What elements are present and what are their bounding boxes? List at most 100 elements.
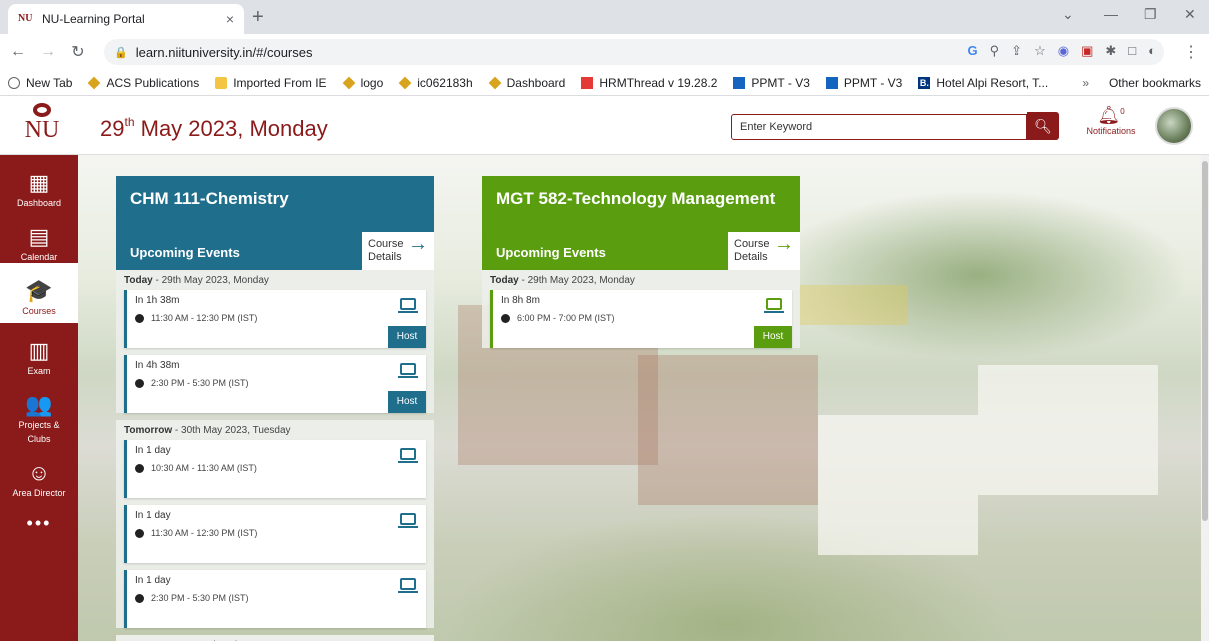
bookmark-item[interactable]: logo bbox=[342, 76, 383, 90]
forward-icon[interactable]: → bbox=[36, 43, 60, 61]
laptop-icon[interactable] bbox=[764, 298, 784, 313]
sidebar-item-dashboard[interactable]: ▦ Dashboard bbox=[0, 155, 78, 209]
event-time-row: 11:30 AM - 12:30 PM (IST) bbox=[135, 528, 418, 538]
lock-icon: 🔒 bbox=[114, 46, 128, 59]
course-title[interactable]: CHM 111-Chemistry bbox=[130, 188, 420, 210]
sidebar-item-calendar[interactable]: ▤ Calendar bbox=[0, 209, 78, 263]
calendar-icon: ▤ bbox=[28, 224, 50, 249]
share-icon[interactable]: ⇪ bbox=[1011, 43, 1022, 59]
sidebar-item-label: Area Director bbox=[12, 488, 66, 498]
course-header[interactable]: CHM 111-Chemistry Upcoming Events Course De… bbox=[116, 176, 434, 270]
event-relative-time: In 8h 8m bbox=[501, 295, 540, 306]
group-icon: 👥 bbox=[25, 392, 53, 417]
laptop-icon[interactable] bbox=[398, 448, 418, 463]
course-card: MGT 582-Technology Management Upcoming Ev… bbox=[482, 176, 800, 355]
bookmark-item[interactable]: New Tab bbox=[8, 76, 72, 90]
laptop-icon[interactable] bbox=[398, 513, 418, 528]
bell-icon: 🔔︎0 bbox=[1097, 105, 1125, 125]
bookmark-item[interactable]: HRMThread v 19.28.2 bbox=[581, 76, 717, 90]
notifications-button[interactable]: 🔔︎0 Notifications bbox=[1086, 105, 1136, 136]
laptop-icon[interactable] bbox=[398, 298, 418, 313]
bookmark-item[interactable]: B. Hotel Alpi Resort, T... bbox=[918, 76, 1048, 90]
bookmark-item[interactable]: PPMT - V3 bbox=[825, 76, 902, 90]
events-list: In 1 day 10:30 AM - 11:30 AM (IST) In 1 da… bbox=[116, 440, 434, 628]
nu-logo[interactable]: NU bbox=[22, 103, 62, 149]
bookmark-label: ic062183h bbox=[417, 75, 473, 90]
bookmark-blue-icon bbox=[825, 76, 838, 89]
google-icon[interactable]: G bbox=[968, 43, 978, 59]
bookmarks-bar: New Tab ACS Publications Imported From IE l… bbox=[0, 70, 1209, 96]
course-details-button[interactable]: Course Details → bbox=[728, 232, 800, 270]
host-button[interactable]: Host bbox=[388, 326, 426, 348]
notifications-label: Notifications bbox=[1086, 126, 1136, 136]
bookmark-item[interactable]: ACS Publications bbox=[88, 76, 199, 90]
sidebar-item-area-director[interactable]: ☺ Area Director bbox=[0, 445, 78, 499]
extensions-puzzle-icon[interactable]: ✱ bbox=[1105, 43, 1116, 59]
profile-icon[interactable]: ◐ bbox=[1148, 43, 1156, 59]
bookmark-item[interactable]: Dashboard bbox=[488, 76, 565, 90]
event-relative-time: In 1 day bbox=[135, 445, 171, 456]
more-bookmarks-chevron-icon[interactable]: » bbox=[1082, 76, 1089, 90]
sidebar-item-projects[interactable]: 👥 Projects & Clubs bbox=[0, 377, 78, 445]
back-icon[interactable]: ← bbox=[6, 43, 30, 61]
bookmark-item[interactable]: ic062183h bbox=[398, 75, 473, 90]
bookmark-item[interactable]: Imported From IE bbox=[215, 76, 327, 90]
minimize-icon[interactable]: — bbox=[1104, 6, 1118, 22]
extension-icon[interactable]: ◉ bbox=[1058, 43, 1069, 59]
nu-favicon-icon: NU bbox=[18, 13, 33, 24]
restore-icon[interactable]: ❐ bbox=[1144, 6, 1157, 23]
events-list: In 1h 38m 11:30 AM - 12:30 PM (IST) Host In… bbox=[116, 290, 434, 413]
host-button[interactable]: Host bbox=[388, 391, 426, 413]
sidebar: ▦ Dashboard ▤ Calendar 🎓 Courses ▥ Exam 👥 Project… bbox=[0, 155, 78, 641]
bookmark-hrm-icon bbox=[581, 76, 594, 89]
other-bookmarks-folder[interactable]: Other bookmarks bbox=[1103, 76, 1201, 90]
reload-icon[interactable]: ↻ bbox=[66, 42, 90, 62]
side-panel-icon[interactable]: □ bbox=[1128, 43, 1136, 59]
course-title[interactable]: MGT 582-Technology Management bbox=[496, 188, 786, 210]
browser-tab-strip: NU NU-Learning Portal × + ⌄ — ❐ ✕ bbox=[0, 0, 1209, 34]
event-item[interactable]: In 1 day 2:30 PM - 5:30 PM (IST) bbox=[124, 570, 426, 628]
event-item[interactable]: In 4h 38m 2:30 PM - 5:30 PM (IST) Host bbox=[124, 355, 426, 413]
sidebar-item-exam[interactable]: ▥ Exam bbox=[0, 323, 78, 377]
clipboard-icon: ▥ bbox=[28, 338, 50, 363]
main-content: CHM 111-Chemistry Upcoming Events Course De… bbox=[78, 155, 1209, 641]
avatar[interactable] bbox=[1155, 107, 1193, 145]
laptop-icon[interactable] bbox=[398, 578, 418, 593]
search-button[interactable]: 🔍︎ bbox=[1027, 112, 1059, 140]
zoom-icon[interactable]: ⚲ bbox=[990, 43, 1000, 59]
event-item[interactable]: In 1h 38m 11:30 AM - 12:30 PM (IST) Host bbox=[124, 290, 426, 348]
extension-icon[interactable]: ▣ bbox=[1081, 43, 1093, 59]
sidebar-item-courses[interactable]: 🎓 Courses bbox=[0, 263, 78, 323]
omnibox-actions: G ⚲ ⇪ ☆ ◉ ▣ ✱ □ ◐ bbox=[968, 43, 1156, 59]
clock-icon bbox=[501, 313, 510, 323]
event-item[interactable]: In 1 day 11:30 AM - 12:30 PM (IST) bbox=[124, 505, 426, 563]
omnibox[interactable]: 🔒 learn.niituniversity.in/#/courses G ⚲ … bbox=[104, 39, 1164, 65]
laptop-icon[interactable] bbox=[398, 363, 418, 378]
tab-close-icon[interactable]: × bbox=[226, 11, 234, 27]
arrow-right-icon: → bbox=[774, 233, 794, 255]
host-button[interactable]: Host bbox=[754, 326, 792, 348]
bookmark-diamond-icon bbox=[398, 76, 412, 89]
bookmark-globe-icon bbox=[8, 76, 20, 89]
event-item[interactable]: In 1 day 10:30 AM - 11:30 AM (IST) bbox=[124, 440, 426, 498]
more-options-icon[interactable]: ••• bbox=[0, 513, 78, 534]
course-details-button[interactable]: Course Details → bbox=[362, 232, 434, 270]
url-text: learn.niituniversity.in/#/courses bbox=[135, 44, 313, 60]
bookmark-bk-icon: B. bbox=[918, 76, 931, 89]
course-header[interactable]: MGT 582-Technology Management Upcoming Ev… bbox=[482, 176, 800, 270]
event-item[interactable]: In 8h 8m 6:00 PM - 7:00 PM (IST) Host bbox=[490, 290, 792, 348]
day-label: Today - 29th May 2023, Monday bbox=[116, 270, 434, 290]
bookmark-item[interactable]: PPMT - V3 bbox=[733, 76, 810, 90]
event-time-row: 11:30 AM - 12:30 PM (IST) bbox=[135, 313, 418, 323]
tab-search-icon[interactable]: ⌄ bbox=[1062, 6, 1074, 23]
close-window-icon[interactable]: ✕ bbox=[1184, 6, 1196, 23]
bookmark-star-icon[interactable]: ☆ bbox=[1034, 43, 1046, 59]
browser-menu-icon[interactable]: ⋮ bbox=[1183, 42, 1199, 62]
search-input[interactable] bbox=[731, 114, 1027, 140]
event-time-row: 6:00 PM - 7:00 PM (IST) bbox=[501, 313, 784, 323]
new-tab-icon[interactable]: + bbox=[252, 6, 264, 29]
browser-tab[interactable]: NU NU-Learning Portal × bbox=[8, 4, 244, 34]
address-bar-row: ← → ↻ 🔒 learn.niituniversity.in/#/course… bbox=[0, 34, 1209, 70]
graduation-cap-icon: 🎓 bbox=[25, 278, 53, 303]
page-scrollbar[interactable] bbox=[1201, 155, 1209, 641]
